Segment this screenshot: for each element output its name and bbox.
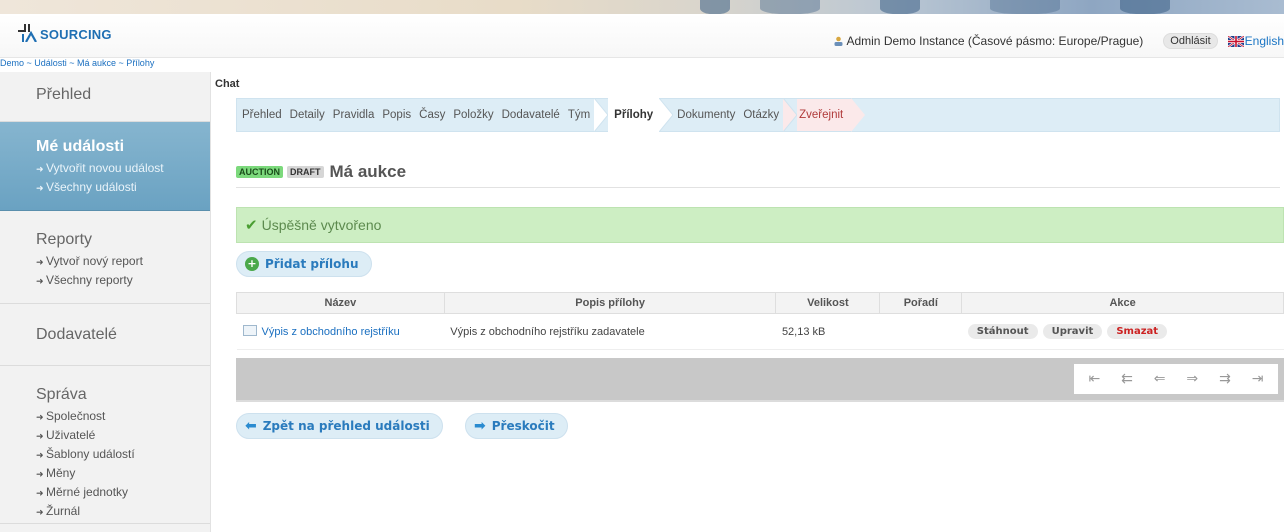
step-separator-icon — [851, 98, 866, 132]
user-instance-text: Admin Demo Instance (Časové pásmo: Europ… — [846, 34, 1144, 48]
language-switch[interactable]: English — [1227, 34, 1284, 48]
download-button[interactable]: Stáhnout — [967, 324, 1038, 339]
check-icon: ✔ — [245, 217, 258, 234]
sidebar-item-users[interactable]: ➜ Uživatelé — [36, 426, 200, 445]
logo-icon — [18, 24, 37, 42]
skip-button[interactable]: ➡ Přeskočit — [465, 413, 568, 439]
logo[interactable]: SOURCING — [18, 24, 112, 42]
sidebar-item-company[interactable]: ➜ Společnost — [36, 407, 200, 426]
sidebar-item-event-templates[interactable]: ➜ Šablony událostí — [36, 445, 200, 464]
auction-badge: AUCTION — [236, 166, 283, 178]
step-times[interactable]: Časy — [415, 109, 449, 121]
sidebar-item-all-events[interactable]: ➜ Všechny události — [36, 178, 200, 197]
sidebar-item-units[interactable]: ➜ Měrné jednotky — [36, 483, 200, 502]
fast-forward-icon[interactable]: ⇉ — [1219, 371, 1231, 387]
sidebar-suppliers[interactable]: Dodavatelé — [0, 304, 210, 366]
back-label: Zpět na přehled události — [262, 419, 430, 433]
sidebar-item-create-event[interactable]: ➜ Vytvořit novou událost — [36, 159, 200, 178]
logo-text: SOURCING — [40, 27, 112, 42]
step-separator-icon — [594, 98, 609, 132]
chat-label[interactable]: Chat — [215, 78, 239, 90]
attachments-table: Název Popis přílohy Velikost Pořadí Akce… — [236, 292, 1284, 350]
back-to-event-button[interactable]: ⬅ Zpět na přehled události — [236, 413, 443, 439]
sidebar-item-journal[interactable]: ➜ Žurnál — [36, 502, 200, 521]
success-message: ✔ Úspěšně vytvořeno — [236, 207, 1284, 243]
attachment-size: 52,13 kB — [775, 313, 880, 350]
arrow-right-icon: ➡ — [474, 418, 486, 434]
language-label: English — [1244, 34, 1284, 48]
document-icon — [242, 325, 257, 336]
step-details[interactable]: Detaily — [286, 109, 329, 121]
step-items[interactable]: Položky — [449, 109, 497, 121]
user-icon — [834, 36, 843, 46]
success-text: Úspěšně vytvořeno — [261, 217, 382, 233]
step-suppliers[interactable]: Dodavatelé — [498, 109, 564, 121]
column-header-description[interactable]: Popis přílohy — [443, 292, 777, 314]
delete-button[interactable]: Smazat — [1107, 324, 1168, 339]
prev-page-icon[interactable]: ⇐ — [1154, 371, 1166, 387]
edit-button[interactable]: Upravit — [1042, 324, 1103, 339]
skip-label: Přeskočit — [491, 419, 555, 433]
step-overview[interactable]: Přehled — [237, 109, 286, 121]
add-attachment-button[interactable]: + Přidat přílohu — [236, 251, 372, 277]
attachment-order — [879, 313, 962, 350]
sidebar-my-events-title[interactable]: Mé události — [36, 138, 200, 156]
sidebar-item-currencies[interactable]: ➜ Měny — [36, 464, 200, 483]
step-questions[interactable]: Otázky — [739, 109, 783, 121]
arrow-left-icon: ⬅ — [245, 418, 257, 434]
sidebar-item-all-reports[interactable]: ➜ Všechny reporty — [36, 271, 200, 290]
next-page-icon[interactable]: ⇒ — [1186, 371, 1198, 387]
column-header-name[interactable]: Název — [236, 292, 445, 314]
step-attachments[interactable]: Přílohy — [608, 98, 660, 132]
header: SOURCING Admin Demo Instance (Časové pás… — [0, 14, 1284, 58]
sidebar-reports-title[interactable]: Reporty — [36, 231, 200, 249]
fast-back-icon[interactable]: ⇇ — [1121, 371, 1133, 387]
sidebar: Přehled Mé události ➜ Vytvořit novou udál… — [0, 72, 211, 532]
column-header-size[interactable]: Velikost — [775, 292, 881, 314]
event-title-row: AUCTION DRAFT Má aukce — [236, 162, 1280, 188]
step-description[interactable]: Popis — [378, 109, 415, 121]
sidebar-suppliers-label: Dodavatelé — [36, 326, 117, 343]
step-documents[interactable]: Dokumenty — [673, 109, 739, 121]
pagination-bar: ⇤ ⇇ ⇐ ⇒ ⇉ ⇥ — [236, 358, 1284, 402]
sidebar-overview[interactable]: Přehled — [0, 72, 210, 122]
table-row: Výpis z obchodního rejstříku Výpis z obc… — [236, 313, 1284, 350]
step-separator-icon — [659, 98, 674, 132]
page-title: Má aukce — [329, 162, 407, 181]
sidebar-admin-title[interactable]: Správa — [36, 386, 200, 404]
last-page-icon[interactable]: ⇥ — [1252, 371, 1264, 387]
sidebar-reports: Reporty ➜ Vytvoř nový report ➜ Všechny rep… — [0, 211, 210, 304]
attachment-name-link[interactable]: Výpis z obchodního rejstříku — [262, 326, 400, 338]
step-team[interactable]: Tým — [564, 109, 594, 121]
first-page-icon[interactable]: ⇤ — [1088, 371, 1100, 387]
step-rules[interactable]: Pravidla — [329, 109, 379, 121]
sidebar-overview-label: Přehled — [36, 86, 92, 103]
uk-flag-icon — [1227, 35, 1244, 47]
attachment-description: Výpis z obchodního rejstříku zadavatele — [444, 313, 776, 350]
user-area: Admin Demo Instance (Časové pásmo: Europ… — [834, 33, 1284, 49]
sidebar-admin: Správa ➜ Společnost ➜ Uživatelé ➜ Šablony u… — [0, 366, 210, 524]
step-separator-icon — [783, 98, 798, 132]
draft-badge: DRAFT — [287, 166, 324, 178]
breadcrumb[interactable]: Demo ~ Události ~ Má aukce ~ Přílohy — [0, 58, 154, 68]
sidebar-item-new-report[interactable]: ➜ Vytvoř nový report — [36, 252, 200, 271]
pagination-controls: ⇤ ⇇ ⇐ ⇒ ⇉ ⇥ — [1074, 364, 1278, 394]
column-header-order[interactable]: Pořadí — [879, 292, 963, 314]
plus-icon: + — [245, 257, 259, 271]
main-content: Chat Přehled Detaily Pravidla Popis Časy… — [212, 72, 1284, 532]
step-publish[interactable]: Zveřejnit — [797, 99, 852, 131]
event-steps-nav: Přehled Detaily Pravidla Popis Časy Polo… — [236, 98, 1280, 132]
add-attachment-label: Přidat přílohu — [265, 257, 359, 271]
attachment-actions: Stáhnout Upravit Smazat — [961, 313, 1284, 350]
attachment-name-cell[interactable]: Výpis z obchodního rejstříku — [236, 313, 445, 350]
column-header-actions: Akce — [961, 292, 1284, 314]
top-banner-image — [0, 0, 1284, 14]
sidebar-my-events: Mé události ➜ Vytvořit novou událost ➜ Vše… — [0, 122, 210, 211]
table-header-row: Název Popis přílohy Velikost Pořadí Akce — [236, 292, 1284, 314]
logout-button[interactable]: Odhlásit — [1163, 33, 1218, 49]
